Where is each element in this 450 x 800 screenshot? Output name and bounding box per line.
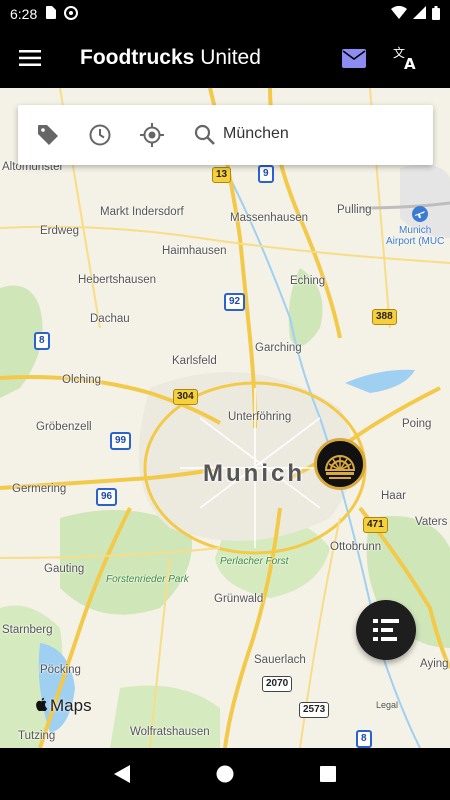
legal-link[interactable]: Legal <box>376 700 398 710</box>
svg-text:A: A <box>404 55 416 71</box>
maps-label: Maps <box>50 696 92 715</box>
road-shield: 471 <box>363 517 388 533</box>
road-shield: 388 <box>372 309 397 325</box>
vpn-circle-icon <box>64 5 79 23</box>
place-label: Wolfratshausen <box>130 726 210 738</box>
app-title-regular: United <box>200 46 261 69</box>
app-title: Foodtrucks United <box>80 46 261 70</box>
foodtruck-logo-icon <box>324 455 356 479</box>
place-label: Sauerlach <box>254 654 306 666</box>
airport-icon <box>412 206 428 227</box>
place-label: Pöcking <box>40 664 81 676</box>
city-label: Munich <box>203 460 305 487</box>
status-time: 6:28 <box>10 6 38 22</box>
mail-icon <box>342 48 366 68</box>
road-shield: 2573 <box>299 702 330 718</box>
place-label: Aying <box>420 658 449 670</box>
apple-logo-icon <box>36 696 48 716</box>
status-bar: 6:28 <box>0 0 450 28</box>
wifi-icon <box>391 5 407 22</box>
place-label: Unterföhring <box>228 411 292 423</box>
park-label: Perlacher Forst <box>220 556 289 567</box>
clock-icon[interactable] <box>88 123 112 147</box>
place-label: Ottobrunn <box>330 541 382 553</box>
translate-button[interactable]: 文 A <box>384 40 428 76</box>
place-label: Vaters <box>415 516 448 528</box>
app-bar: Foodtrucks United 文 A <box>0 28 450 88</box>
place-label: Hebertshausen <box>78 274 156 286</box>
map-view[interactable]: Altomünster Markt Indersdorf Massenhause… <box>0 88 450 748</box>
foodtruck-marker[interactable] <box>314 438 366 490</box>
place-label: Olching <box>62 374 101 386</box>
road-shield: 304 <box>173 389 198 405</box>
road-shield: 9 <box>258 165 274 183</box>
place-label: Grünwald <box>214 593 264 605</box>
tag-icon[interactable] <box>36 123 60 147</box>
place-label: Gauting <box>44 563 85 575</box>
maps-attribution[interactable]: Maps <box>36 696 92 716</box>
road-shield: 13 <box>212 167 232 183</box>
navigation-bar <box>0 748 450 800</box>
list-view-icon <box>373 619 399 641</box>
place-label: Poing <box>402 418 432 430</box>
battery-icon <box>432 5 440 23</box>
airport-label-line2: Airport (MUC <box>386 236 445 247</box>
search-input[interactable]: München <box>223 125 289 143</box>
recents-icon[interactable] <box>308 754 348 794</box>
search-icon[interactable] <box>193 123 217 147</box>
place-label: Dachau <box>90 313 130 325</box>
park-label: Forstenrieder Park <box>106 574 189 585</box>
translate-icon: 文 A <box>393 45 416 71</box>
road-shield: 92 <box>224 293 246 311</box>
back-icon[interactable] <box>102 754 142 794</box>
app-title-bold: Foodtrucks <box>80 46 195 69</box>
place-label: Karlsfeld <box>172 355 217 367</box>
list-view-button[interactable] <box>356 600 416 660</box>
road-shield: 2070 <box>262 676 293 692</box>
place-label: Massenhausen <box>230 212 308 224</box>
place-label: Gröbenzell <box>36 421 92 433</box>
road-shield: 96 <box>96 488 118 506</box>
place-label: Haimhausen <box>162 245 227 257</box>
place-label: Eching <box>290 275 326 287</box>
place-label: Germering <box>12 483 67 495</box>
place-label: Starnberg <box>2 624 53 636</box>
my-location-icon[interactable] <box>140 123 164 147</box>
road-shield: 8 <box>356 730 372 748</box>
place-label: Markt Indersdorf <box>100 206 184 218</box>
place-label: Erdweg <box>40 225 79 237</box>
hamburger-menu-icon[interactable] <box>0 28 60 88</box>
search-card: München <box>18 105 433 165</box>
road-shield: 99 <box>110 432 132 450</box>
place-label: Garching <box>255 342 302 354</box>
place-label: Tutzing <box>18 730 56 742</box>
road-shield: 8 <box>34 332 50 350</box>
signal-icon <box>413 6 426 22</box>
home-icon[interactable] <box>205 754 245 794</box>
sim-card-icon <box>45 6 57 22</box>
mail-button[interactable] <box>332 40 376 76</box>
airport-label: Munich Airport (MUC <box>386 225 444 247</box>
place-label: Haar <box>381 490 406 502</box>
place-label: Pulling <box>337 204 372 216</box>
